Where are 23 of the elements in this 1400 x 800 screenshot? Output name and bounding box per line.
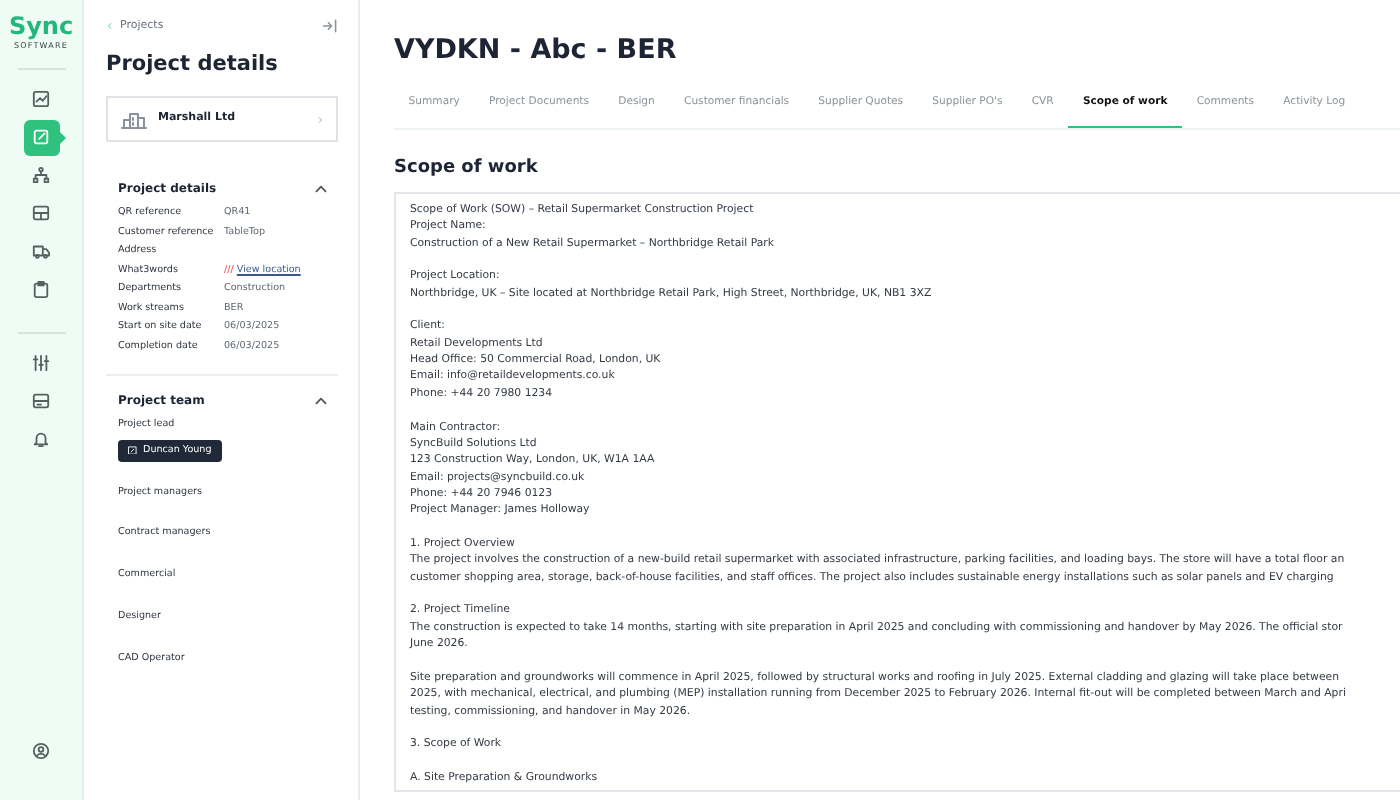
collapse-panel-button[interactable] — [322, 18, 338, 35]
chart-icon — [32, 90, 50, 108]
collapse-icon — [322, 18, 338, 35]
user-icon — [32, 741, 50, 759]
layout-icon — [32, 204, 50, 222]
sliders-icon — [32, 354, 50, 372]
project-title: VYDKN - Abc - BER — [394, 34, 679, 67]
buildings-icon — [120, 109, 148, 129]
chevron-left-icon — [106, 22, 114, 31]
page-title: Project details — [106, 50, 280, 81]
bell-icon — [32, 430, 50, 448]
chevron-up-icon — [314, 184, 328, 195]
edit-icon — [128, 445, 137, 455]
collapse-button[interactable] — [314, 396, 328, 407]
edit-icon — [32, 128, 50, 146]
collapse-button[interactable] — [314, 184, 328, 195]
clipboard-icon — [32, 280, 50, 298]
brand-logo: Sync — [8, 14, 74, 40]
truck-icon — [32, 242, 50, 260]
section-title: Scope of work — [394, 158, 540, 180]
hierarchy-icon — [32, 166, 50, 184]
panel-icon — [32, 392, 50, 410]
chevron-up-icon — [314, 396, 328, 407]
